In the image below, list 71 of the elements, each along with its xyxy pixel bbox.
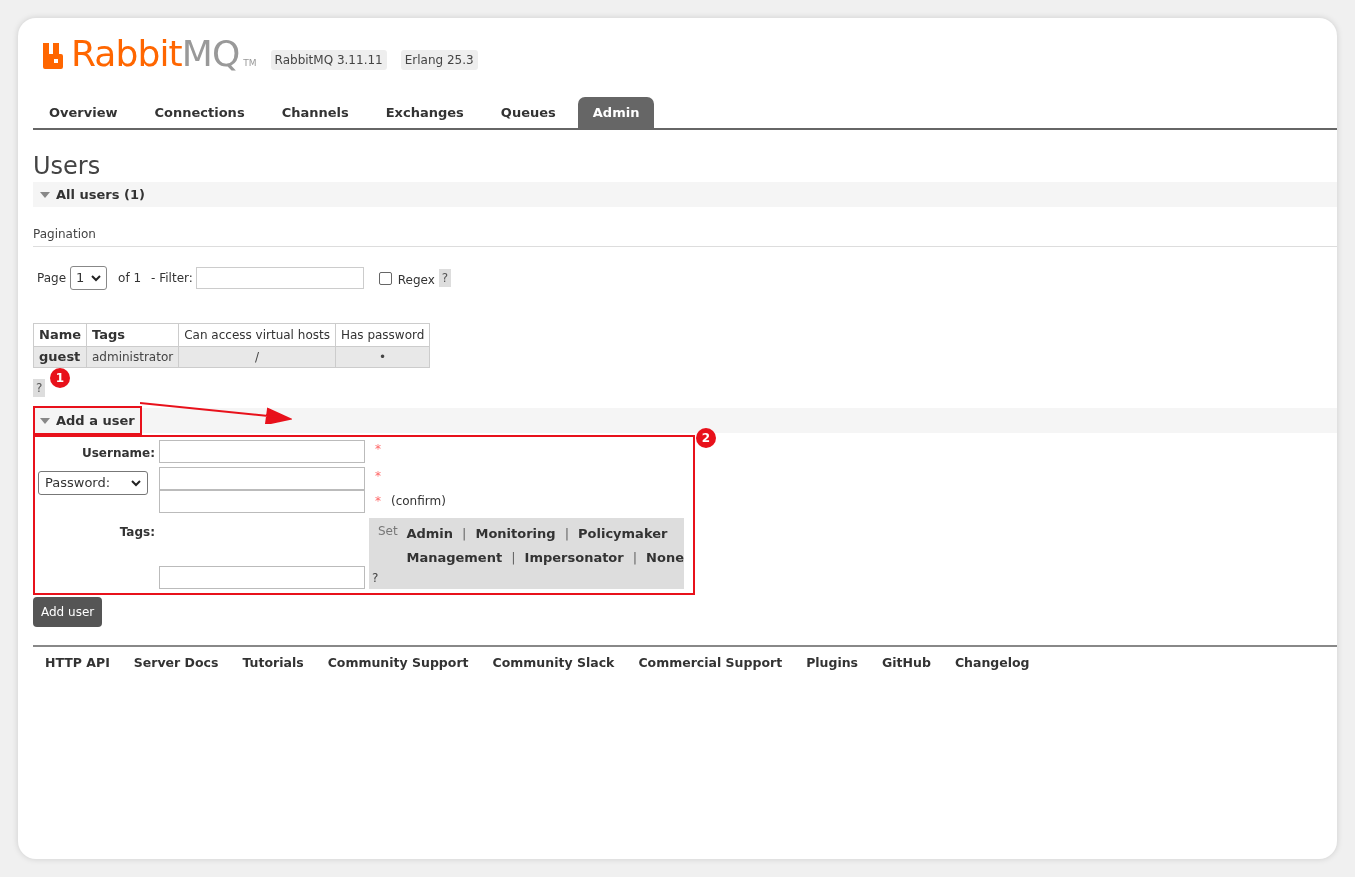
table-cell: • (335, 346, 430, 368)
nav-tab[interactable]: Connections (139, 97, 260, 128)
set-label: Set (378, 523, 399, 540)
tag-link[interactable]: None (646, 547, 684, 567)
page-count-label: of 1 (118, 270, 142, 287)
trademark-label: TM (243, 56, 257, 70)
footer-link[interactable]: Community Support (327, 654, 469, 673)
tag-link[interactable]: Management (406, 547, 503, 567)
step-badge: 1 (50, 368, 70, 388)
footer-link[interactable]: HTTP API (45, 654, 110, 673)
required-mark: * (375, 493, 381, 510)
nav-tab[interactable]: Overview (34, 97, 133, 128)
separator-label: | (511, 548, 516, 567)
required-mark: * (374, 468, 382, 485)
tag-link[interactable]: Monitoring (475, 524, 556, 544)
chevron-down-icon (91, 274, 102, 282)
tag-link[interactable]: Policymaker (578, 524, 668, 544)
step-badge: 2 (696, 428, 716, 448)
triangle-icon (40, 417, 50, 424)
pagination-label: Pagination (33, 225, 1337, 247)
help-label[interactable]: ? (372, 569, 684, 587)
username-field[interactable] (159, 440, 365, 463)
footer-link[interactable]: Server Docs (133, 654, 219, 673)
version-badge: RabbitMQ 3.11.11 (270, 50, 387, 70)
version-badge: Erlang 25.3 (400, 50, 478, 70)
help-button[interactable]: ? (33, 379, 46, 397)
filter-label: - Filter: (151, 270, 193, 287)
nav-tab[interactable]: Queues (485, 97, 571, 128)
separator-label: | (632, 548, 638, 567)
page-title: Users (33, 154, 102, 178)
chevron-down-icon (131, 479, 141, 487)
column-header: Tags (86, 323, 179, 347)
logo-text: Rabbit (71, 36, 182, 72)
column-header: Has password (335, 323, 430, 347)
footer-link[interactable]: Community Slack (492, 654, 615, 673)
add-user-button[interactable]: Add user (33, 597, 103, 627)
column-header: Can access virtual hosts (178, 323, 336, 347)
footer-link[interactable]: Changelog (954, 654, 1030, 673)
filter-field[interactable] (195, 267, 364, 289)
nav-tab[interactable]: Exchanges (370, 97, 479, 128)
tag-link[interactable]: Admin (406, 524, 454, 544)
tag-link[interactable]: Impersonator (524, 547, 624, 567)
username-label: Username: (80, 445, 155, 462)
password-field[interactable] (159, 467, 365, 490)
password-select[interactable]: Password: (38, 471, 148, 495)
page-label: Page (37, 270, 67, 287)
tags-label: Tags: (118, 524, 155, 541)
footer-link[interactable]: Tutorials (242, 654, 304, 673)
page-select[interactable]: 1 (70, 266, 108, 290)
table-cell: / (178, 346, 336, 368)
tags-field[interactable] (159, 566, 365, 589)
footer-link[interactable]: Plugins (806, 654, 859, 673)
logo-text-suffix: MQ (181, 36, 240, 72)
table-cell: guest (33, 346, 87, 368)
regex-checkbox[interactable] (378, 271, 392, 285)
help-button[interactable]: ? (438, 269, 452, 287)
separator-label: | (564, 525, 569, 543)
confirm-label: (confirm) (391, 493, 446, 510)
section-toggle[interactable]: All users (1) (33, 180, 152, 209)
nav-tab[interactable]: Channels (266, 97, 364, 128)
regex-label: Regex (397, 271, 435, 289)
table-cell: administrator (86, 346, 179, 368)
footer-link[interactable]: GitHub (882, 654, 931, 673)
nav-tab[interactable]: Admin (577, 97, 655, 128)
required-mark: * (374, 441, 382, 458)
column-header: Name (33, 323, 87, 347)
footer-link[interactable]: Commercial Support (638, 654, 783, 673)
confirm-password-field[interactable] (159, 490, 365, 513)
section-toggle[interactable]: Add a user (33, 406, 142, 435)
separator-label: | (462, 525, 467, 543)
triangle-icon (40, 191, 50, 198)
